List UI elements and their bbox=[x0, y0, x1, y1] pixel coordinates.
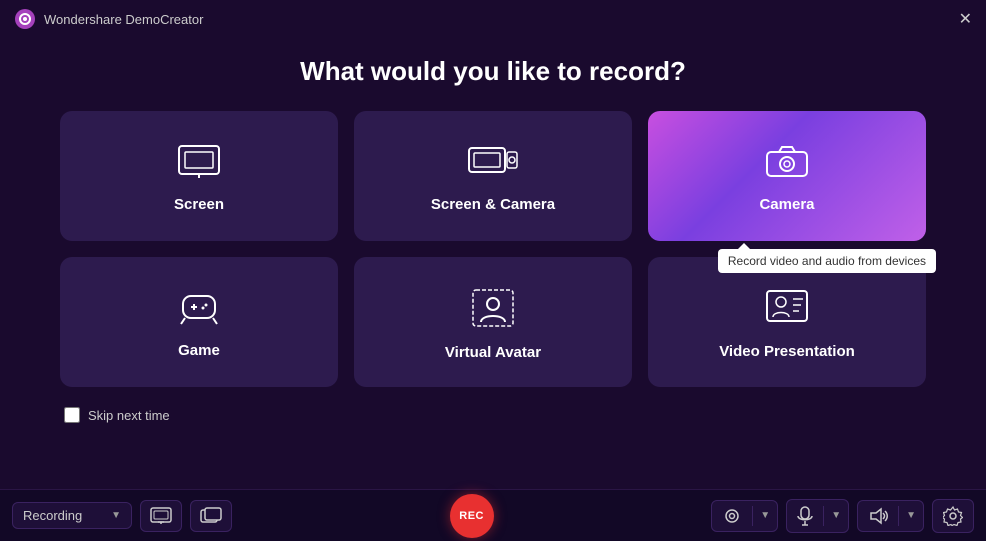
title-bar: Wondershare DemoCreator ✕ bbox=[0, 0, 986, 38]
virtual-avatar-icon bbox=[471, 288, 515, 334]
speaker-chevron-icon[interactable]: ▼ bbox=[899, 504, 923, 527]
speaker-button[interactable] bbox=[858, 501, 898, 531]
microphone-chevron-icon[interactable]: ▼ bbox=[824, 504, 848, 527]
screen-camera-icon bbox=[467, 144, 519, 186]
virtual-avatar-card-label: Virtual Avatar bbox=[445, 344, 541, 361]
skip-checkbox[interactable] bbox=[64, 407, 80, 423]
window-capture-button[interactable] bbox=[190, 500, 232, 532]
app-title: Wondershare DemoCreator bbox=[44, 12, 203, 27]
settings-button[interactable] bbox=[932, 499, 974, 533]
recording-dropdown-label: Recording bbox=[23, 508, 105, 523]
screen-card[interactable]: Screen bbox=[60, 111, 338, 241]
camera-icon bbox=[765, 144, 809, 186]
game-card-label: Game bbox=[178, 342, 220, 359]
rec-button[interactable]: REC bbox=[450, 494, 494, 538]
main-content: What would you like to record? Screen bbox=[0, 56, 986, 423]
close-button[interactable]: ✕ bbox=[959, 9, 972, 29]
webcam-group: ▼ bbox=[711, 500, 778, 532]
camera-card[interactable]: Camera Record video and audio from devic… bbox=[648, 111, 926, 241]
microphone-button[interactable] bbox=[787, 500, 823, 532]
screen-icon bbox=[177, 144, 221, 186]
app-logo-icon bbox=[14, 8, 36, 30]
virtual-avatar-card[interactable]: Virtual Avatar bbox=[354, 257, 632, 387]
game-icon bbox=[175, 290, 223, 332]
microphone-group: ▼ bbox=[786, 499, 849, 533]
screen-camera-card[interactable]: Screen & Camera bbox=[354, 111, 632, 241]
recording-dropdown[interactable]: Recording ▼ bbox=[12, 502, 132, 529]
camera-card-label: Camera bbox=[759, 196, 814, 213]
dropdown-chevron-icon: ▼ bbox=[111, 510, 121, 521]
video-presentation-card-label: Video Presentation bbox=[719, 343, 855, 360]
skip-row: Skip next time bbox=[64, 407, 926, 423]
screen-capture-button[interactable] bbox=[140, 500, 182, 532]
screen-card-label: Screen bbox=[174, 196, 224, 213]
toolbar: Recording ▼ REC ▼ bbox=[0, 489, 986, 541]
game-card[interactable]: Game bbox=[60, 257, 338, 387]
video-presentation-card[interactable]: Video Presentation bbox=[648, 257, 926, 387]
skip-label[interactable]: Skip next time bbox=[88, 408, 170, 423]
screen-camera-card-label: Screen & Camera bbox=[431, 196, 555, 213]
page-title: What would you like to record? bbox=[60, 56, 926, 87]
webcam-button[interactable] bbox=[712, 501, 752, 531]
video-presentation-icon bbox=[765, 289, 809, 333]
title-bar-left: Wondershare DemoCreator bbox=[14, 8, 203, 30]
webcam-chevron-icon[interactable]: ▼ bbox=[753, 504, 777, 527]
speaker-group: ▼ bbox=[857, 500, 924, 532]
card-grid: Screen Screen & Camera bbox=[60, 111, 926, 387]
